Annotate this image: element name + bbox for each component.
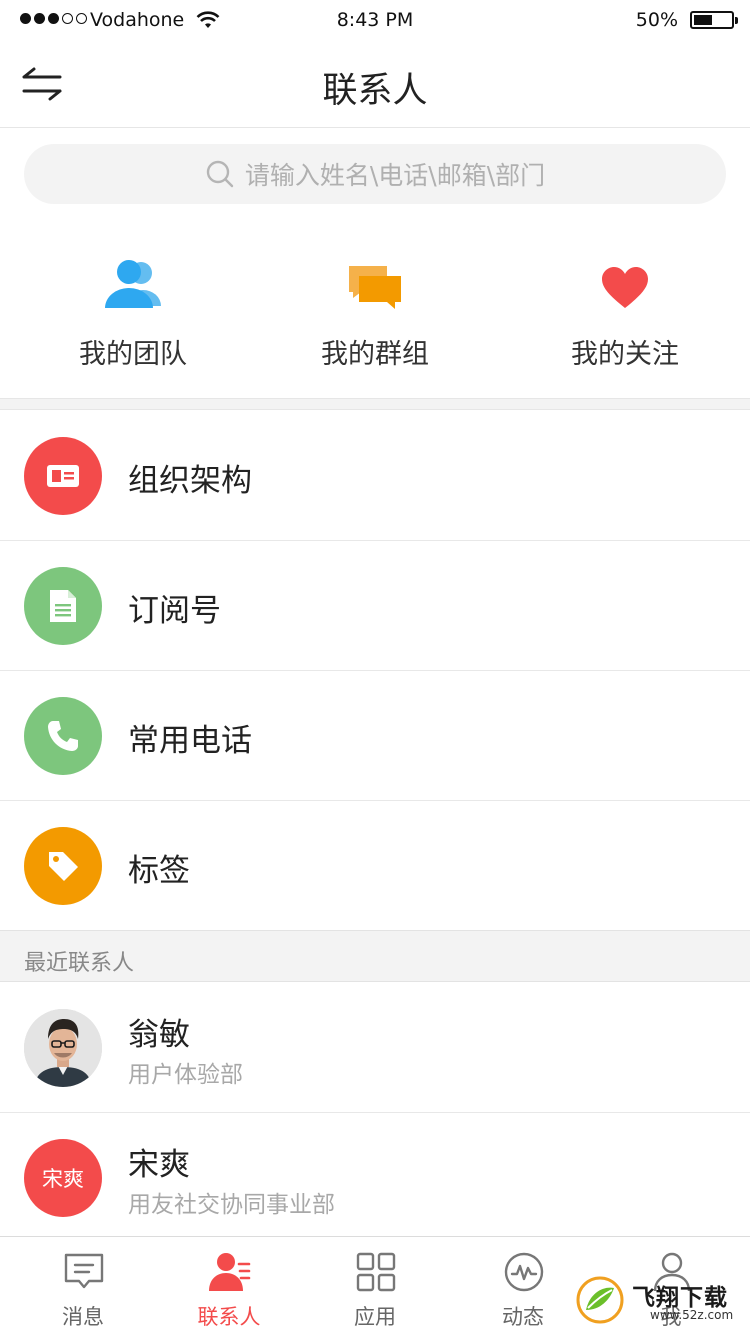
document-icon (24, 567, 102, 645)
contact-name: 翁敏 (128, 1017, 190, 1053)
watermark-url: www.52z.com (650, 1308, 734, 1322)
tag-icon (24, 827, 102, 905)
section-title: 最近联系人 (24, 951, 135, 976)
team-icon (105, 260, 161, 308)
status-bar: Vodahone 8:43 PM 50% (0, 0, 750, 40)
menu-item-label: 组织架构 (128, 463, 252, 499)
watermark-text: 飞翔下载 (632, 1285, 728, 1311)
id-card-icon (24, 437, 102, 515)
menu-item-phones[interactable]: 常用电话 (0, 671, 750, 801)
contact-department: 用友社交协同事业部 (128, 1192, 335, 1218)
section-divider (0, 398, 750, 410)
tab-contacts[interactable]: 联系人 (154, 1237, 304, 1334)
tab-label: 应用 (354, 1305, 396, 1329)
contact-row[interactable]: 翁敏 用户体验部 (0, 983, 750, 1113)
avatar-initials: 宋爽 (42, 1167, 84, 1191)
search-input[interactable]: 请输入姓名\电话\邮箱\部门 (24, 144, 726, 204)
menu-item-subscriptions[interactable]: 订阅号 (0, 541, 750, 671)
apps-grid-icon (356, 1252, 396, 1292)
menu-item-label: 常用电话 (128, 723, 252, 759)
tab-label: 消息 (62, 1305, 104, 1329)
activity-icon (504, 1252, 544, 1292)
tab-apps[interactable]: 应用 (300, 1237, 450, 1334)
menu-item-label: 标签 (128, 853, 190, 889)
tab-messages[interactable]: 消息 (8, 1237, 158, 1334)
message-icon (64, 1253, 104, 1289)
tab-label: 联系人 (197, 1305, 261, 1329)
contact-row[interactable]: 宋爽 宋爽 用友社交协同事业部 (0, 1113, 750, 1243)
group-chat-icon (349, 266, 401, 309)
avatar (24, 1009, 102, 1087)
search-icon (206, 160, 234, 188)
menu-item-tags[interactable]: 标签 (0, 801, 750, 931)
avatar: 宋爽 (24, 1139, 102, 1217)
search-placeholder: 请输入姓名\电话\邮箱\部门 (244, 161, 546, 190)
heart-icon (602, 267, 648, 308)
leaf-logo-icon (576, 1276, 624, 1324)
navigation-bar: 联系人 (0, 40, 750, 128)
page-title: 联系人 (322, 71, 428, 111)
menu-item-label: 订阅号 (128, 593, 221, 629)
contacts-icon (209, 1253, 251, 1291)
my-follows-button[interactable]: 我的关注 (500, 240, 750, 371)
recent-contacts-header: 最近联系人 (0, 930, 750, 982)
quick-action-label: 我的群组 (321, 339, 429, 370)
contact-department: 用户体验部 (128, 1062, 243, 1088)
battery-icon (690, 11, 738, 29)
watermark: 飞翔下载 www.52z.com (576, 1276, 746, 1328)
contact-name: 宋爽 (128, 1147, 190, 1183)
quick-action-label: 我的关注 (571, 339, 679, 370)
phone-icon (24, 697, 102, 775)
my-groups-button[interactable]: 我的群组 (250, 240, 500, 371)
my-team-button[interactable]: 我的团队 (8, 240, 258, 371)
quick-actions: 我的团队 我的群组 我的关注 (0, 240, 750, 398)
menu-item-organization[interactable]: 组织架构 (0, 411, 750, 541)
quick-action-label: 我的团队 (79, 339, 187, 370)
battery-percentage: 50% (635, 9, 678, 31)
